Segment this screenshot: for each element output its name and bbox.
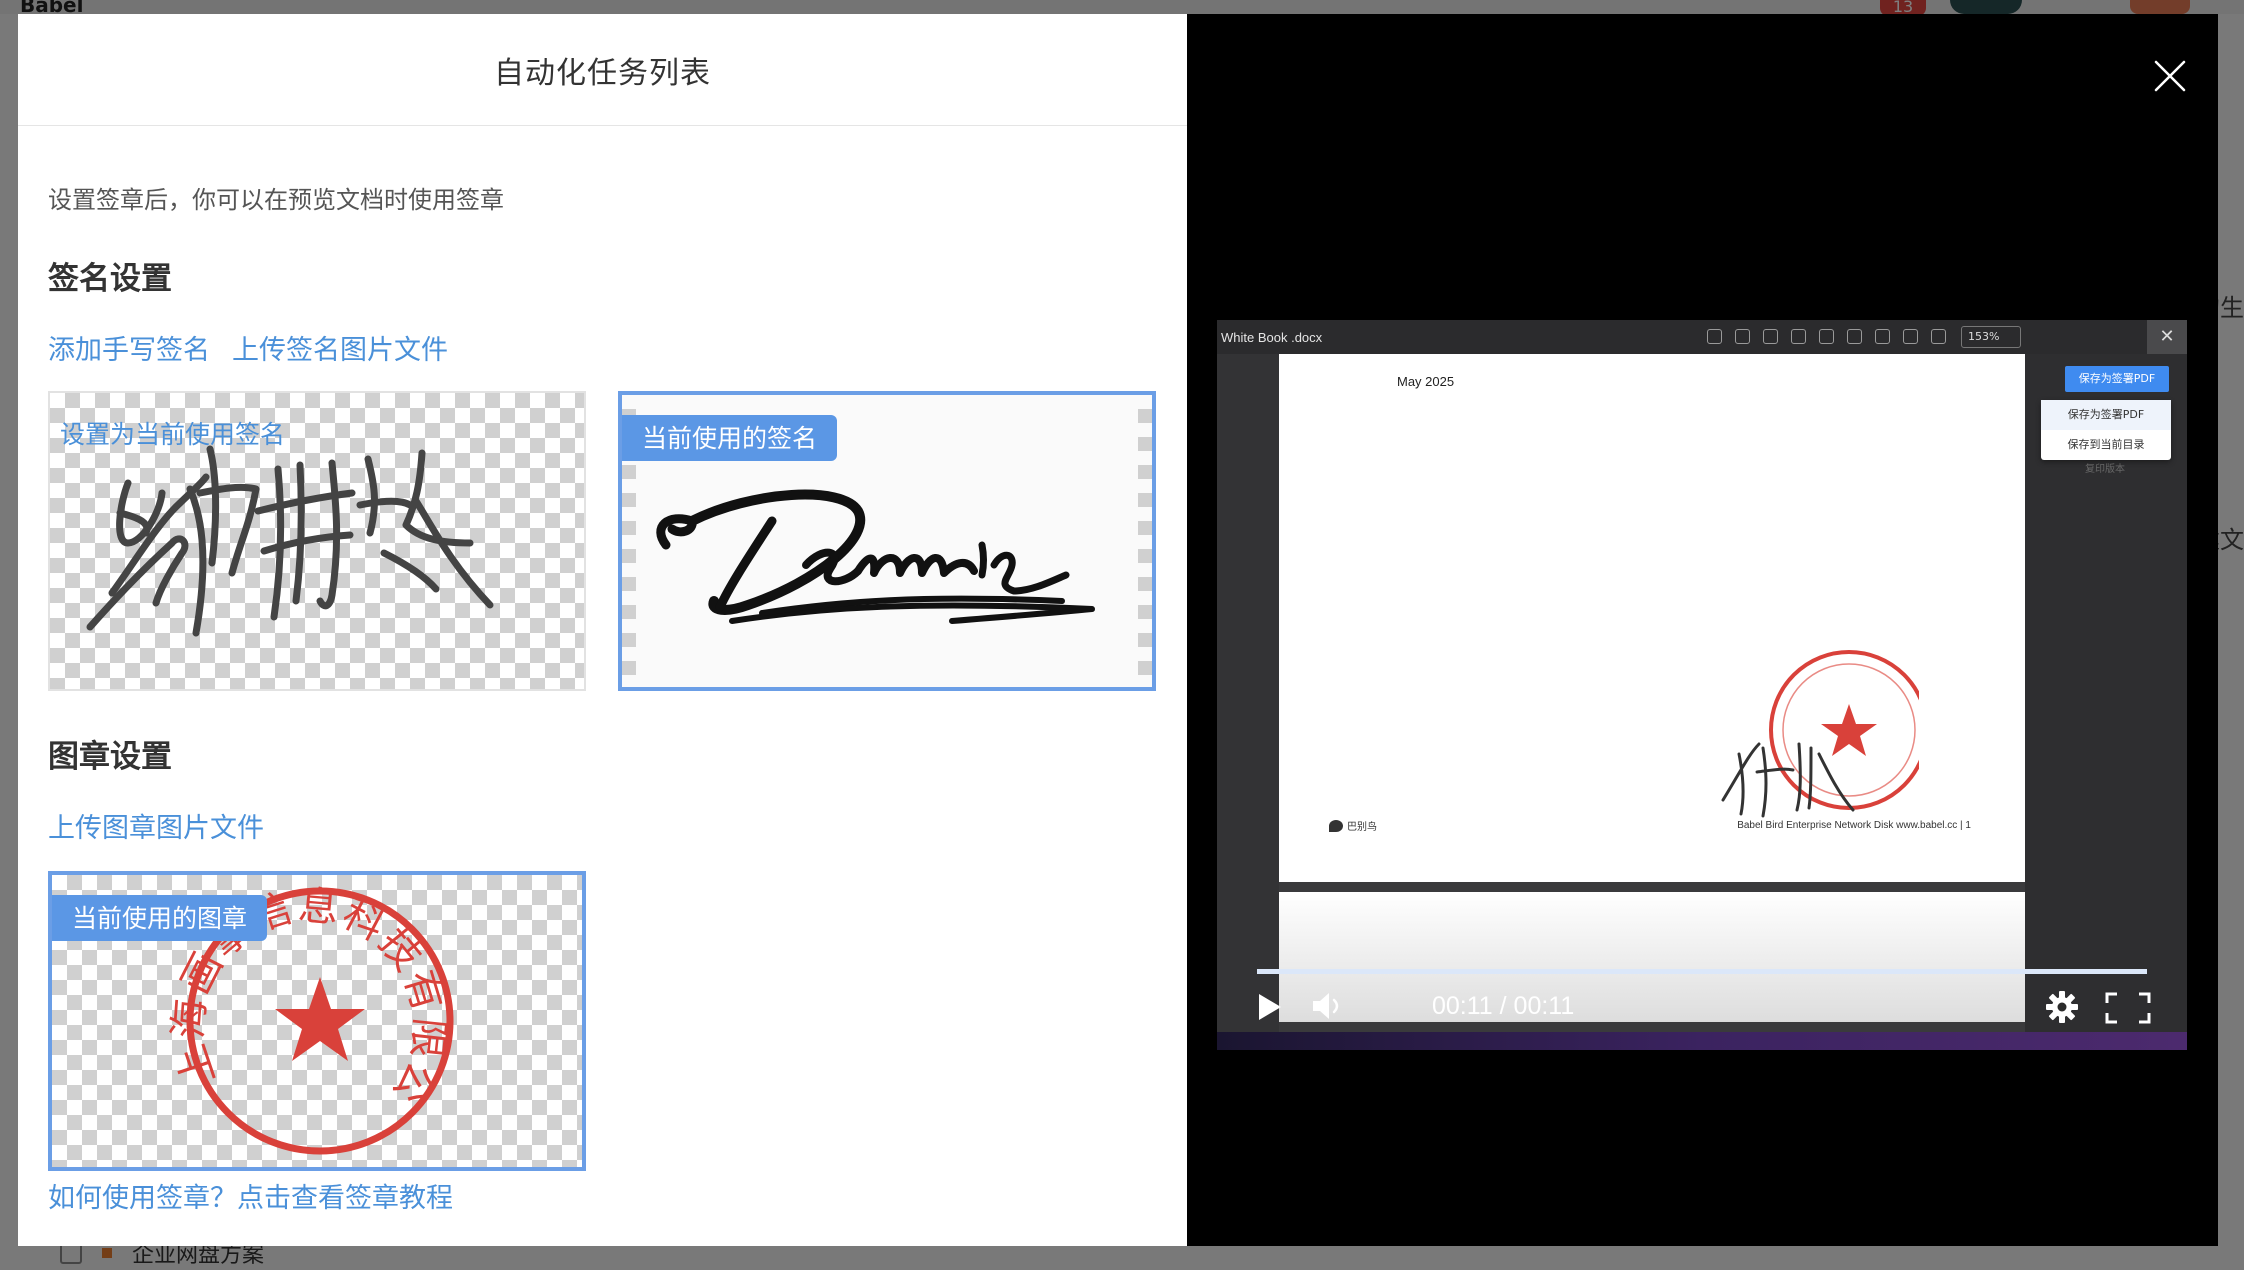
tool-icon [1819,329,1834,344]
modal-header: 自动化任务列表 [18,14,1187,126]
dropdown-item-save-pdf: 保存为签署PDF [2041,400,2171,430]
star-icon [275,977,365,1061]
bird-logo-icon [1329,819,1343,832]
tool-icon [1875,329,1890,344]
signature-section-title: 签名设置 [48,261,172,297]
signature-card-dennis[interactable]: 当前使用的签名 [618,391,1156,691]
current-signature-tag: 当前使用的签名 [622,415,838,461]
close-icon[interactable] [2148,54,2192,98]
preview-zoom: 153% [1961,326,2021,348]
preview-close-icon: ✕ [2147,320,2187,354]
signature-card-handwritten[interactable]: 设置为当前使用签名 [48,391,586,691]
doc-logo-text: 巴别鸟 [1347,822,1377,833]
preview-toolbar: White Book .docx 153% ✕ [1217,320,2187,354]
star-icon [1821,704,1877,756]
signature-cards: 设置为当前使用签名 当前使用的签名 [48,391,1157,691]
add-handwritten-signature-link[interactable]: 添加手写签名 [48,328,210,367]
preview-tool-icons [1707,329,1946,344]
description-text: 设置签章后，你可以在预览文档时使用签章 [48,186,504,214]
tool-icon [1707,329,1722,344]
signature-actions: 添加手写签名 上传签名图片文件 [48,328,1157,367]
modal-title: 自动化任务列表 [494,55,711,91]
stamp-actions: 上传图章图片文件 [48,806,1157,845]
doc-logo: 巴别鸟 [1329,818,1377,833]
tool-icon [1763,329,1778,344]
preview-file-name: White Book .docx [1221,329,1323,345]
doc-stamp-signature [1721,650,1919,818]
preview-document-page: May 2025 巴别鸟 Babel Bird Enterprise Netwo… [1279,354,2025,882]
settings-pane: 自动化任务列表 设置签章后，你可以在预览文档时使用签章 签名设置 添加手写签名 … [18,14,1187,1246]
tool-icon [1931,329,1946,344]
preview-left-strip [1217,354,1279,1034]
volume-icon[interactable] [1311,990,1345,1022]
upload-stamp-image-link[interactable]: 上传图章图片文件 [48,806,264,845]
settings-body: 设置签章后，你可以在预览文档时使用签章 签名设置 添加手写签名 上传签名图片文件… [18,180,1187,1171]
fullscreen-icon[interactable] [2105,992,2151,1024]
video-progress-fill [1257,969,2147,974]
stamp-card-current[interactable]: 当前使用的图章 上海画擎信息科技有限公司 [48,871,586,1171]
upload-signature-image-link[interactable]: 上传签名图片文件 [232,328,448,367]
video-pane: White Book .docx 153% ✕ May 2025 巴别鸟 Bab… [1187,14,2218,1246]
tool-icon [1791,329,1806,344]
preview-faded-text: 复印版本 [2085,464,2125,475]
play-icon[interactable] [1257,992,1283,1022]
tool-icon [1847,329,1862,344]
video-progress-bar[interactable] [1257,969,2147,974]
video-time: 00:11 / 00:11 [1432,992,1575,1020]
stamp-cards: 当前使用的图章 上海画擎信息科技有限公司 [48,871,1157,1171]
save-signed-pdf-button: 保存为签署PDF [2065,366,2169,392]
tutorial-video[interactable]: White Book .docx 153% ✕ May 2025 巴别鸟 Bab… [1217,320,2187,1050]
stamp-section-title: 图章设置 [48,739,172,775]
doc-date: May 2025 [1397,374,1455,389]
signature-modal: 自动化任务列表 设置签章后，你可以在预览文档时使用签章 签名设置 添加手写签名 … [18,14,2218,1246]
settings-gear-icon[interactable] [2045,990,2079,1024]
stamp-tutorial-link[interactable]: 如何使用签章？点击查看签章教程 [48,1176,453,1215]
tool-icon [1735,329,1750,344]
current-stamp-tag: 当前使用的图章 [52,895,268,941]
video-bottom-strip [1217,1032,2187,1050]
video-controls: 00:11 / 00:11 [1217,980,2187,1032]
set-current-signature-link[interactable]: 设置为当前使用签名 [60,415,285,451]
save-dropdown: 保存为签署PDF 保存到当前目录 [2041,400,2171,460]
tool-icon [1903,329,1918,344]
dropdown-item-save-directory: 保存到当前目录 [2067,438,2145,451]
